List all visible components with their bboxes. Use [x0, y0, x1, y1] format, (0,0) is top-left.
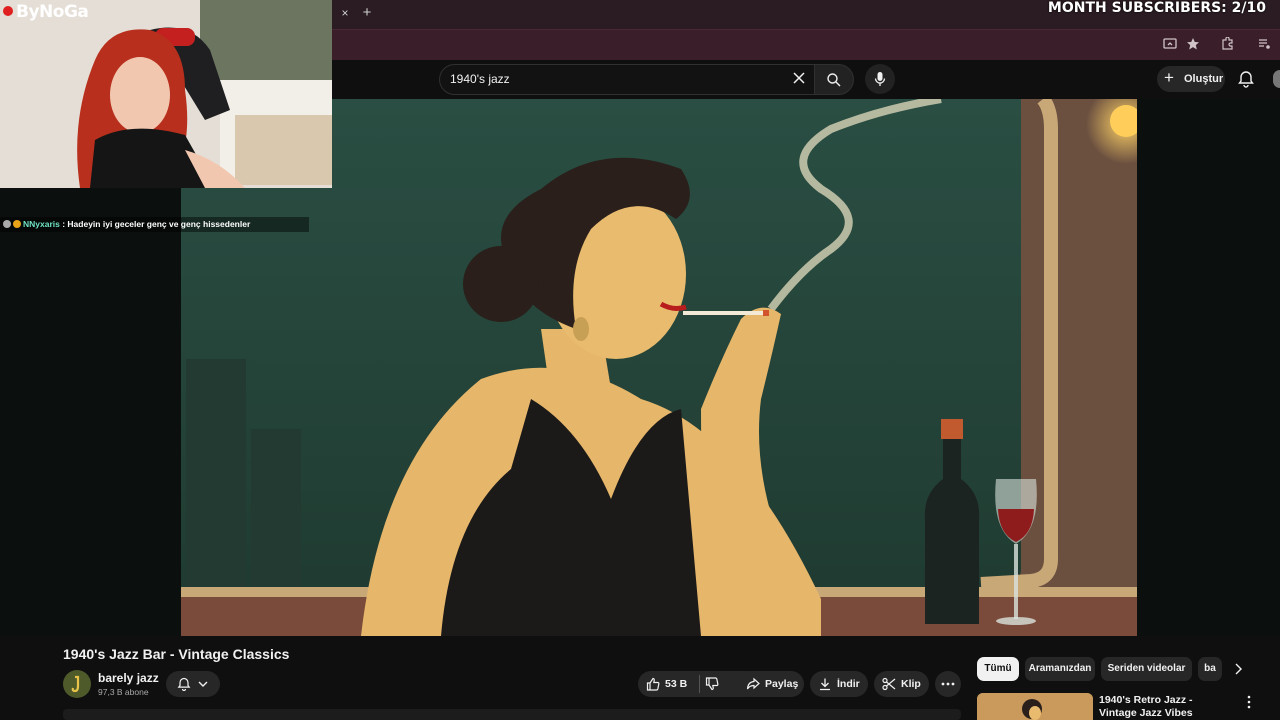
- plus-icon: +: [1164, 68, 1174, 87]
- share-label: Paylaş: [765, 678, 799, 690]
- create-button[interactable]: + Oluştur: [1157, 66, 1225, 92]
- voice-search-button[interactable]: [865, 64, 895, 94]
- screen: × + 1940's jazz + Oluştur ByNoGa MONTH S…: [0, 0, 1280, 720]
- channel-avatar[interactable]: [63, 670, 91, 698]
- cast-icon[interactable]: [1162, 37, 1178, 53]
- brand-logo-text: ByNoGa: [16, 2, 89, 22]
- create-label: Oluştur: [1184, 73, 1224, 85]
- download-icon: [818, 677, 832, 691]
- more-horizontal-icon: [941, 682, 955, 686]
- clip-button[interactable]: Klip: [874, 671, 929, 697]
- month-subscribers-counter: MONTH SUBSCRIBERS: 2/10: [1047, 0, 1266, 16]
- chevron-right-icon[interactable]: [1230, 662, 1246, 678]
- chip-from-search[interactable]: Aramanızdan: [1025, 657, 1095, 681]
- like-icon[interactable]: [646, 677, 660, 691]
- chat-text: Hadeyin iyi geceler genç ve genç hissede…: [67, 219, 251, 229]
- media-controls-icon[interactable]: [1256, 37, 1272, 53]
- search-query-text: 1940's jazz: [450, 72, 510, 86]
- chip-all[interactable]: Tümü: [977, 657, 1019, 681]
- brand-logo-icon: [3, 6, 13, 16]
- new-tab-button[interactable]: +: [360, 5, 374, 21]
- search-button[interactable]: [814, 64, 854, 95]
- description-box[interactable]: [63, 709, 961, 720]
- chat-badge-icon: [3, 220, 11, 228]
- account-avatar[interactable]: [1273, 70, 1280, 88]
- search-icon: [827, 73, 841, 87]
- like-divider: [699, 675, 700, 693]
- chat-sub-badge-icon: [13, 220, 21, 228]
- extensions-icon[interactable]: [1219, 36, 1235, 53]
- like-count[interactable]: 53 B: [665, 678, 687, 690]
- bookmark-star-icon[interactable]: [1185, 37, 1201, 53]
- share-icon: [746, 677, 760, 691]
- browser-toolbar: [332, 29, 1280, 60]
- streamer-webcam: [0, 0, 332, 188]
- microphone-icon: [874, 72, 886, 86]
- chip-from-series[interactable]: Seriden videolar: [1101, 657, 1192, 681]
- clip-label: Klip: [901, 678, 921, 690]
- webcam-feed-image: [0, 0, 332, 188]
- chip-truncated[interactable]: ba: [1198, 657, 1222, 681]
- notifications-bell-icon[interactable]: [1237, 70, 1255, 88]
- recommendation-title[interactable]: 1940's Retro Jazz - Vintage Jazz Vibes: [1099, 694, 1229, 720]
- bell-icon: [177, 677, 191, 691]
- recommendation-thumbnail[interactable]: [977, 693, 1093, 720]
- channel-name[interactable]: barely jazz: [98, 671, 159, 685]
- download-label: İndir: [837, 678, 860, 690]
- chevron-down-icon: [198, 681, 208, 687]
- channel-subscriber-count: 97,3 B abone: [98, 687, 149, 697]
- share-button[interactable]: Paylaş: [738, 671, 804, 697]
- download-button[interactable]: İndir: [810, 671, 868, 697]
- scissors-icon: [882, 677, 896, 691]
- recommendation-thumbnail-image: [977, 693, 1093, 720]
- chat-username: NNyxaris: [23, 219, 60, 229]
- video-title: 1940's Jazz Bar - Vintage Classics: [63, 646, 290, 662]
- saxophone-icon: [71, 675, 80, 693]
- subscription-bell-button[interactable]: [166, 671, 220, 697]
- tab-close-icon[interactable]: ×: [338, 6, 352, 20]
- more-vertical-icon[interactable]: [1243, 695, 1255, 711]
- more-actions-button[interactable]: [935, 671, 961, 697]
- chat-message: NNyxaris : Hadeyin iyi geceler genç ve g…: [0, 217, 309, 232]
- dislike-icon[interactable]: [705, 677, 719, 691]
- clear-search-icon[interactable]: [790, 70, 808, 88]
